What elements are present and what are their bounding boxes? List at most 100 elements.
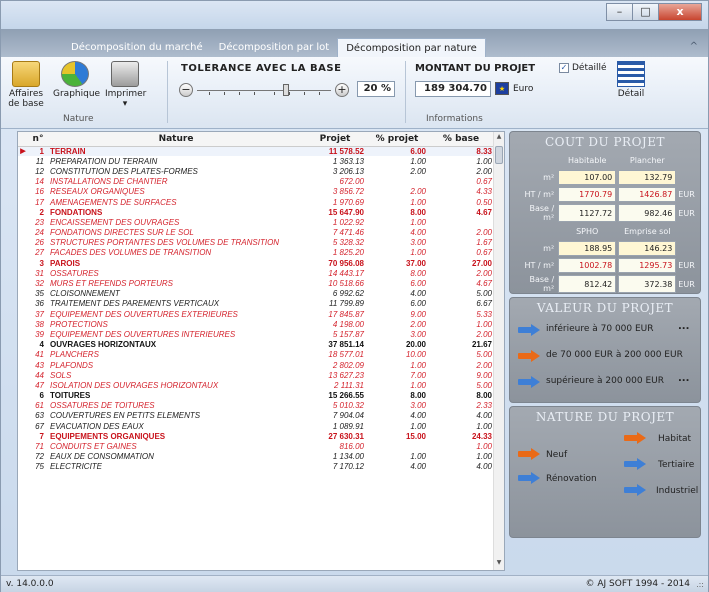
cout-value-2[interactable]: 1295.73 (618, 258, 677, 273)
minimize-button[interactable]: – (606, 3, 632, 21)
row-number: 67 (35, 421, 44, 431)
table-row[interactable]: 17 AMENAGEMENTS DE SURFACES 1 970.69 1.00 0.… (18, 197, 494, 207)
slider-track[interactable] (197, 90, 331, 91)
scroll-up-icon[interactable]: ▲ (494, 133, 504, 143)
table-row[interactable]: 39 EQUIPEMENT DES OUVERTURES INTERIEURES 5… (18, 329, 494, 339)
cout-row-label: Base / m² (529, 275, 555, 293)
detaille-checkbox[interactable]: ✓ Détaillé (559, 63, 607, 73)
table-row[interactable]: 36 TRAITEMENT DES PAREMENTS VERTICAUX 11 7… (18, 299, 494, 309)
table-row[interactable]: 71 CONDUITS ET GAINES 816.00 1.00 (18, 441, 494, 451)
header-pct-base[interactable]: % base (428, 132, 494, 147)
table-row[interactable]: 14 INSTALLATIONS DE CHANTIER 672.00 0.67 (18, 177, 494, 187)
row-nature: ISOLATION DES OUVRAGES HORIZONTAUX (50, 380, 219, 390)
header-projet[interactable]: Projet (304, 132, 366, 147)
table-row[interactable]: 63 COUVERTURES EN PETITS ELEMENTS 7 904.04… (18, 411, 494, 421)
table-row[interactable]: 44 SOLS 13 627.23 7.00 9.00 (18, 370, 494, 380)
graphique-button[interactable]: Graphique (53, 61, 100, 99)
nature-industriel-option[interactable]: Industriel (624, 483, 700, 501)
table-row[interactable]: 32 MURS ET REFENDS PORTEURS 10 518.66 6.00 4… (18, 278, 494, 288)
scrollbar-thumb[interactable] (495, 146, 503, 164)
row-pct-base: 9.00 (476, 370, 492, 380)
cout-value-1[interactable]: 812.42 (558, 275, 617, 293)
valeur-option-low[interactable]: inférieure à 70 000 EUR ... (510, 317, 700, 343)
cout-value-2[interactable]: 1426.87 (618, 187, 677, 202)
tab-decomposition-lot[interactable]: Décomposition par lot (211, 38, 338, 58)
table-row[interactable]: 43 PLAFONDS 2 802.09 1.00 2.00 (18, 360, 494, 370)
row-pct-base: 8.00 (476, 391, 492, 401)
table-row[interactable]: 3 PAROIS 70 956.08 37.00 27.00 (18, 258, 494, 268)
row-projet: 5 010.32 (332, 401, 364, 411)
cout-value-1[interactable]: 1127.72 (558, 204, 617, 222)
table-row[interactable]: 4 OUVRAGES HORIZONTAUX 37 851.14 20.00 21.67 (18, 340, 494, 350)
row-nature: TERRAIN (48, 146, 304, 157)
cout-value-1[interactable]: 1770.79 (558, 187, 617, 202)
row-nature: FONDATIONS (50, 207, 103, 217)
table-row[interactable]: 12 CONSTITUTION DES PLATES-FORMES 3 206.13… (18, 166, 494, 176)
table-row[interactable]: 23 ENCAISSEMENT DES OUVRAGES 1 022.92 1.00 (18, 217, 494, 227)
table-row[interactable]: 27 FACADES DES VOLUMES DE TRANSITION 1 825… (18, 248, 494, 258)
tolerance-slider[interactable]: − + (179, 82, 351, 100)
cout-value-1[interactable]: 188.95 (558, 241, 617, 256)
cout-value-2[interactable]: 146.23 (618, 241, 677, 256)
table-row[interactable]: 16 RESEAUX ORGANIQUES 3 856.72 2.00 4.33 (18, 187, 494, 197)
cout-value-1[interactable]: 107.00 (558, 170, 617, 185)
slider-thumb[interactable] (282, 84, 289, 96)
table-row[interactable]: 72 EAUX DE CONSOMMATION 1 134.00 1.00 1.00 (18, 452, 494, 462)
maximize-button[interactable]: □ (632, 3, 658, 21)
header-nature[interactable]: Nature (48, 132, 304, 147)
cout-value-2[interactable]: 132.79 (618, 170, 677, 185)
close-button[interactable]: x (658, 3, 702, 21)
valeur-option-mid[interactable]: de 70 000 EUR à 200 000 EUR (510, 343, 700, 369)
detail-button[interactable]: Détail (611, 61, 651, 99)
table-row[interactable]: ▶ 1 TERRAIN 11 578.52 6.00 8.33 (18, 146, 494, 157)
table-row[interactable]: 31 OSSATURES 14 443.17 8.00 2.00 (18, 268, 494, 278)
row-selector (18, 370, 28, 380)
imprimer-button[interactable]: Imprimer ▾ (105, 61, 146, 109)
resize-grip-icon[interactable]: .:: (696, 580, 704, 589)
table-row[interactable]: 37 EQUIPEMENT DES OUVERTURES EXTERIEURES 1… (18, 309, 494, 319)
row-pct-base: 2.00 (476, 268, 492, 278)
nature-renovation-option[interactable]: Rénovation (518, 471, 608, 489)
header-n[interactable]: n° (28, 132, 48, 147)
table-row[interactable]: 61 OSSATURES DE TOITURES 5 010.32 3.00 2.33 (18, 401, 494, 411)
row-number: 26 (35, 238, 44, 248)
row-selector (18, 360, 28, 370)
minus-button[interactable]: − (179, 83, 193, 97)
slider-tick (304, 92, 305, 95)
cout-value-2[interactable]: 372.38 (618, 275, 677, 293)
table-row[interactable]: 2 FONDATIONS 15 647.90 8.00 4.67 (18, 207, 494, 217)
valeur-option-high[interactable]: supérieure à 200 000 EUR ... (510, 369, 700, 395)
table-row[interactable]: 35 CLOISONNEMENT 6 992.62 4.00 5.00 (18, 289, 494, 299)
table-row[interactable]: 47 ISOLATION DES OUVRAGES HORIZONTAUX 2 11… (18, 380, 494, 390)
table-row[interactable]: 75 ELECTRICITE 7 170.12 4.00 4.00 (18, 462, 494, 472)
row-pct-base: 24.33 (471, 431, 492, 441)
row-number: 11 (35, 156, 44, 166)
cout-value-1[interactable]: 1002.78 (558, 258, 617, 273)
tab-decomposition-nature[interactable]: Décomposition par nature (337, 38, 486, 58)
nature-habitat-option[interactable]: Habitat (624, 431, 700, 449)
table-row[interactable]: 38 PROTECTIONS 4 198.00 2.00 1.00 (18, 319, 494, 329)
vertical-scrollbar[interactable]: ▲ ▼ (493, 132, 504, 570)
table-row[interactable]: 24 FONDATIONS DIRECTES SUR LE SOL 7 471.46… (18, 228, 494, 238)
nature-tertiaire-option[interactable]: Tertiaire (624, 457, 700, 475)
affaires-de-base-button[interactable]: Affaires de base (5, 61, 47, 109)
table-row[interactable]: 41 PLANCHERS 18 577.01 10.00 5.00 (18, 350, 494, 360)
row-pct-projet: 3.00 (410, 238, 426, 248)
version-label: v. 14.0.0.0 (6, 579, 54, 589)
table-row[interactable]: 67 EVACUATION DES EAUX 1 089.91 1.00 1.00 (18, 421, 494, 431)
tolerance-value-field[interactable]: 20 % (357, 81, 395, 97)
table-row[interactable]: 6 TOITURES 15 266.55 8.00 8.00 (18, 391, 494, 401)
table-row[interactable]: 11 PREPARATION DU TERRAIN 1 363.13 1.00 1.00 (18, 156, 494, 166)
cout-value-2[interactable]: 982.46 (618, 204, 677, 222)
tab-decomposition-marche[interactable]: Décomposition du marché (63, 38, 211, 58)
more-button[interactable]: ... (678, 321, 689, 332)
row-pct-projet: 1.00 (410, 156, 426, 166)
nature-neuf-option[interactable]: Neuf (518, 447, 598, 465)
table-row[interactable]: 7 EQUIPEMENTS ORGANIQUES 27 630.31 15.00 24.… (18, 431, 494, 441)
scroll-down-icon[interactable]: ▼ (494, 559, 504, 569)
ribbon-collapse-icon[interactable]: ^ (690, 41, 698, 52)
more-button[interactable]: ... (678, 373, 689, 384)
table-row[interactable]: 26 STRUCTURES PORTANTES DES VOLUMES DE TR… (18, 238, 494, 248)
plus-button[interactable]: + (335, 83, 349, 97)
header-pct-projet[interactable]: % projet (366, 132, 428, 147)
